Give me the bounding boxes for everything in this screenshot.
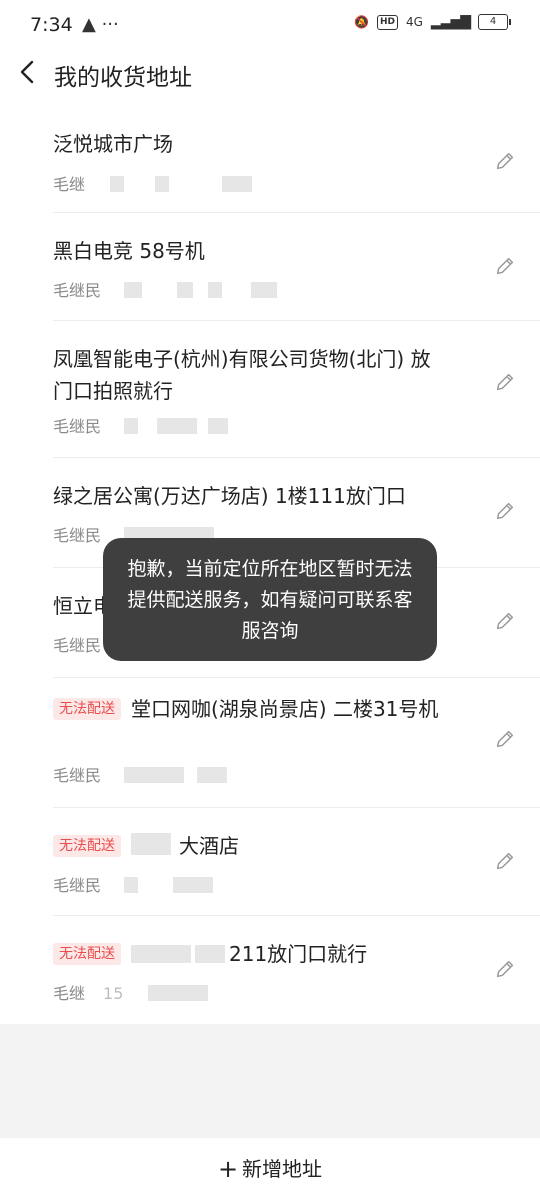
address-contact: 毛继民 <box>53 277 278 301</box>
address-item[interactable]: 泛悦城市广场 毛继 <box>0 96 540 213</box>
chevron-left-icon <box>20 60 34 84</box>
battery-icon: 4 <box>478 14 511 30</box>
undeliverable-badge: 无法配送 <box>53 943 121 965</box>
redacted-block <box>177 282 194 298</box>
address-name-row: 无法配送 211放门口就行 <box>53 938 453 970</box>
contact-name: 毛继 <box>53 175 86 194</box>
add-address-button[interactable]: + 新增地址 <box>0 1138 540 1200</box>
address-item[interactable]: 凤凰智能电子(杭州)有限公司货物(北门) 放门口拍照就行 毛继民 <box>0 321 540 458</box>
redacted-block <box>131 833 171 855</box>
redacted-block <box>208 282 223 298</box>
contact-name: 毛继民 <box>53 766 102 785</box>
signal-icon: ▂▃▅▇ <box>430 14 471 30</box>
address-contact: 毛继民 <box>53 413 229 437</box>
page-title: 我的收货地址 <box>54 65 192 91</box>
toast-message: 抱歉，当前定位所在地区暂时无法提供配送服务，如有疑问可联系客服咨询 <box>103 538 437 661</box>
status-notification-icons: ▲ ··· <box>82 14 119 35</box>
pencil-icon <box>496 373 514 391</box>
network-label: 4G <box>405 15 423 29</box>
status-right-icons: 🔕 HD 4G ▂▃▅▇ 4 <box>354 14 511 30</box>
edit-button[interactable] <box>494 500 516 522</box>
edit-button[interactable] <box>494 255 516 277</box>
edit-button[interactable] <box>494 371 516 393</box>
address-name: 大酒店 <box>179 834 239 858</box>
contact-name: 毛继民 <box>53 417 102 436</box>
pencil-icon <box>496 960 514 978</box>
contact-name: 毛继民 <box>53 281 102 300</box>
address-item[interactable]: 无法配送 大酒店 毛继民 <box>0 808 540 916</box>
back-button[interactable] <box>16 56 40 88</box>
status-bar: 7:34 ▲ ··· 🔕 HD 4G ▂▃▅▇ 4 <box>0 0 540 52</box>
edit-button[interactable] <box>494 958 516 980</box>
redacted-block <box>197 767 228 783</box>
address-contact: 毛继民 <box>53 762 228 786</box>
redacted-block <box>110 176 125 192</box>
contact-name: 毛继民 <box>53 876 102 895</box>
edit-button[interactable] <box>494 150 516 172</box>
redacted-block <box>251 282 278 298</box>
pencil-icon <box>496 257 514 275</box>
redacted-block <box>131 945 191 963</box>
pencil-icon <box>496 730 514 748</box>
address-contact: 毛继民 <box>53 872 214 896</box>
address-name: 凤凰智能电子(杭州)有限公司货物(北门) 放门口拍照就行 <box>53 347 431 403</box>
address-name: 泛悦城市广场 <box>53 132 173 156</box>
address-contact: 毛继 15 <box>53 980 209 1004</box>
contact-name: 毛继民 <box>53 526 102 545</box>
redacted-block <box>157 418 198 434</box>
contact-name: 毛继 <box>53 984 86 1003</box>
undeliverable-badge: 无法配送 <box>53 698 121 720</box>
pencil-icon <box>496 152 514 170</box>
edit-button[interactable] <box>494 728 516 750</box>
address-name: 黑白电竞 58号机 <box>53 239 205 263</box>
address-name: 绿之居公寓(万达广场店) 1楼111放门口 <box>53 484 406 508</box>
pencil-icon <box>496 852 514 870</box>
contact-phone: 15 <box>103 984 124 1003</box>
redacted-block <box>195 945 225 963</box>
redacted-block <box>222 176 253 192</box>
address-name-row: 无法配送 堂口网咖(湖泉尚景店) 二楼31号机 <box>53 693 443 725</box>
redacted-block <box>124 282 143 298</box>
status-time: 7:34 <box>30 14 73 36</box>
address-item[interactable]: 黑白电竞 58号机 毛继民 <box>0 213 540 321</box>
page-header: 我的收货地址 <box>0 52 540 98</box>
address-item[interactable]: 无法配送 堂口网咖(湖泉尚景店) 二楼31号机 毛继民 <box>0 678 540 808</box>
address-name: 堂口网咖(湖泉尚景店) 二楼31号机 <box>131 697 439 721</box>
redacted-block <box>148 985 209 1001</box>
plus-icon: + <box>217 1155 239 1183</box>
redacted-block <box>124 877 139 893</box>
hd-icon: HD <box>376 14 398 30</box>
redacted-block <box>173 877 214 893</box>
address-name-row: 无法配送 大酒店 <box>53 830 453 862</box>
redacted-block <box>208 418 229 434</box>
address-item[interactable]: 无法配送 211放门口就行 毛继 15 <box>0 916 540 1024</box>
redacted-block <box>155 176 170 192</box>
footer-bar: + 新增地址 <box>0 1138 540 1200</box>
pencil-icon <box>496 612 514 630</box>
redacted-block <box>124 418 139 434</box>
add-address-label: 新增地址 <box>242 1157 323 1181</box>
address-name: 211放门口就行 <box>229 942 368 966</box>
list-bottom-spacer <box>0 1024 540 1138</box>
address-contact: 毛继 <box>53 171 253 195</box>
redacted-block <box>124 767 185 783</box>
edit-button[interactable] <box>494 850 516 872</box>
pencil-icon <box>496 502 514 520</box>
edit-button[interactable] <box>494 610 516 632</box>
contact-name: 毛继民 <box>53 636 102 655</box>
mute-icon: 🔕 <box>354 15 369 29</box>
undeliverable-badge: 无法配送 <box>53 835 121 857</box>
